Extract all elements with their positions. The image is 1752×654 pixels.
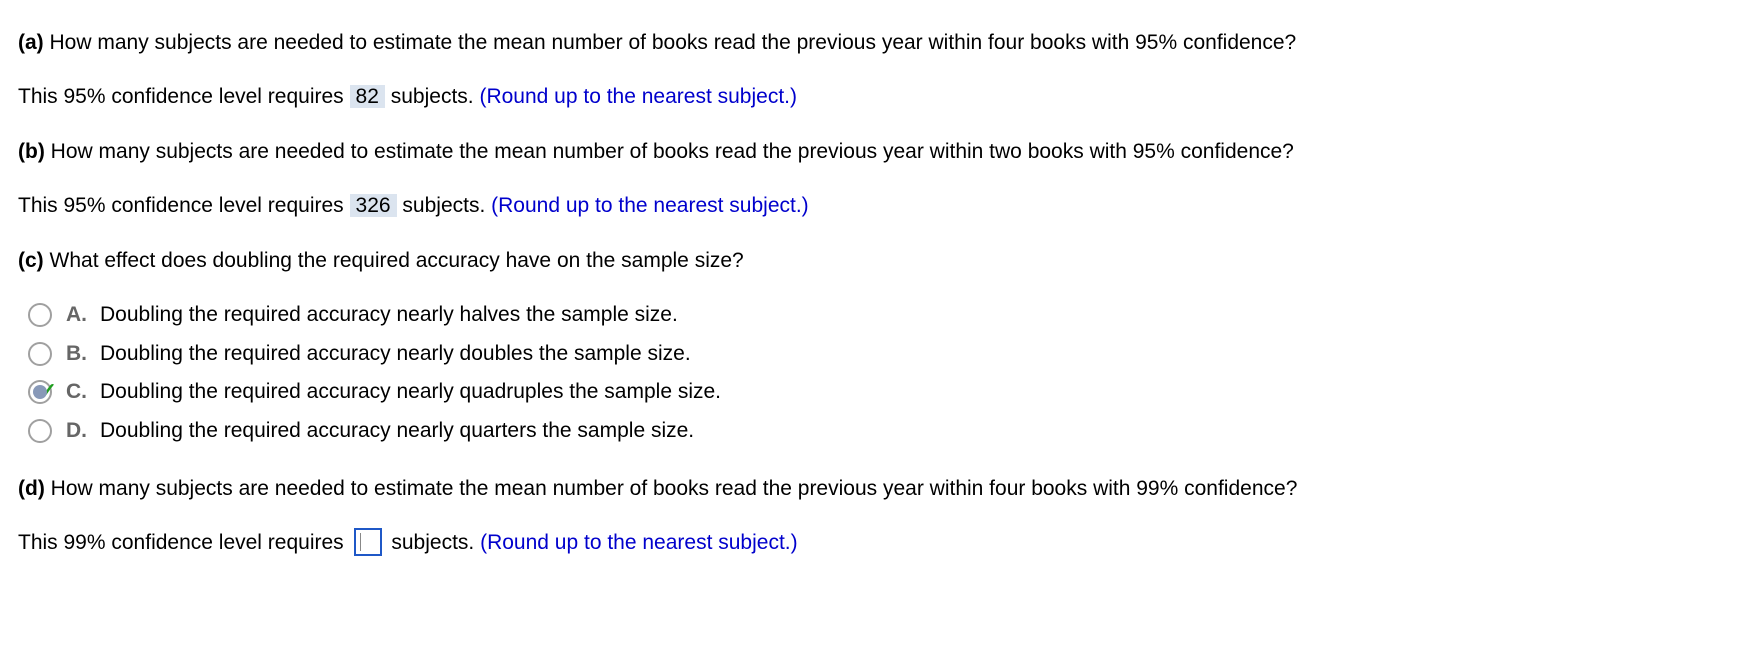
part-d-input[interactable] [354, 528, 382, 556]
option-text: Doubling the required accuracy nearly qu… [100, 416, 694, 446]
part-a-label: (a) [18, 31, 44, 54]
part-d-question: (d) How many subjects are needed to esti… [18, 474, 1734, 504]
option-row-c[interactable]: ✓ C. Doubling the required accuracy nearly… [28, 377, 1734, 407]
option-letter: A. [66, 300, 88, 330]
option-letter: C. [66, 377, 88, 407]
option-text: Doubling the required accuracy nearly do… [100, 339, 691, 369]
radio-c[interactable]: ✓ [28, 380, 52, 404]
part-c-text: What effect does doubling the required a… [50, 249, 744, 272]
part-b-suffix: subjects. [402, 194, 485, 217]
part-d-prefix: This 99% confidence level requires [18, 531, 344, 554]
option-row-d[interactable]: D. Doubling the required accuracy nearly … [28, 416, 1734, 446]
part-a-question: (a) How many subjects are needed to esti… [18, 28, 1734, 58]
part-c-label: (c) [18, 249, 44, 272]
part-a-answer: This 95% confidence level requires 82 su… [18, 82, 1734, 112]
radio-a[interactable] [28, 303, 52, 327]
part-a-suffix: subjects. [391, 85, 474, 108]
option-text: Doubling the required accuracy nearly ha… [100, 300, 678, 330]
part-b-hint: (Round up to the nearest subject.) [491, 194, 809, 217]
option-text: Doubling the required accuracy nearly qu… [100, 377, 721, 407]
radio-d[interactable] [28, 419, 52, 443]
radio-b[interactable] [28, 342, 52, 366]
option-letter: B. [66, 339, 88, 369]
part-c-question: (c) What effect does doubling the requir… [18, 246, 1734, 276]
part-d-label: (d) [18, 477, 45, 500]
checkmark-icon: ✓ [40, 377, 57, 406]
part-b-label: (b) [18, 140, 45, 163]
part-b-value[interactable]: 326 [350, 194, 397, 217]
part-d-suffix: subjects. [391, 531, 474, 554]
part-d-hint: (Round up to the nearest subject.) [480, 531, 798, 554]
part-a-hint: (Round up to the nearest subject.) [479, 85, 797, 108]
part-a-value[interactable]: 82 [350, 85, 385, 108]
option-letter: D. [66, 416, 88, 446]
part-b-text: How many subjects are needed to estimate… [51, 140, 1294, 163]
part-b-prefix: This 95% confidence level requires [18, 194, 344, 217]
part-a-prefix: This 95% confidence level requires [18, 85, 344, 108]
part-b-question: (b) How many subjects are needed to esti… [18, 137, 1734, 167]
option-row-b[interactable]: B. Doubling the required accuracy nearly … [28, 339, 1734, 369]
part-c-options: A. Doubling the required accuracy nearly … [28, 300, 1734, 446]
part-d-text: How many subjects are needed to estimate… [51, 477, 1298, 500]
part-d-answer: This 99% confidence level requires subje… [18, 528, 1734, 558]
part-a-text: How many subjects are needed to estimate… [50, 31, 1297, 54]
option-row-a[interactable]: A. Doubling the required accuracy nearly … [28, 300, 1734, 330]
part-b-answer: This 95% confidence level requires 326 s… [18, 191, 1734, 221]
